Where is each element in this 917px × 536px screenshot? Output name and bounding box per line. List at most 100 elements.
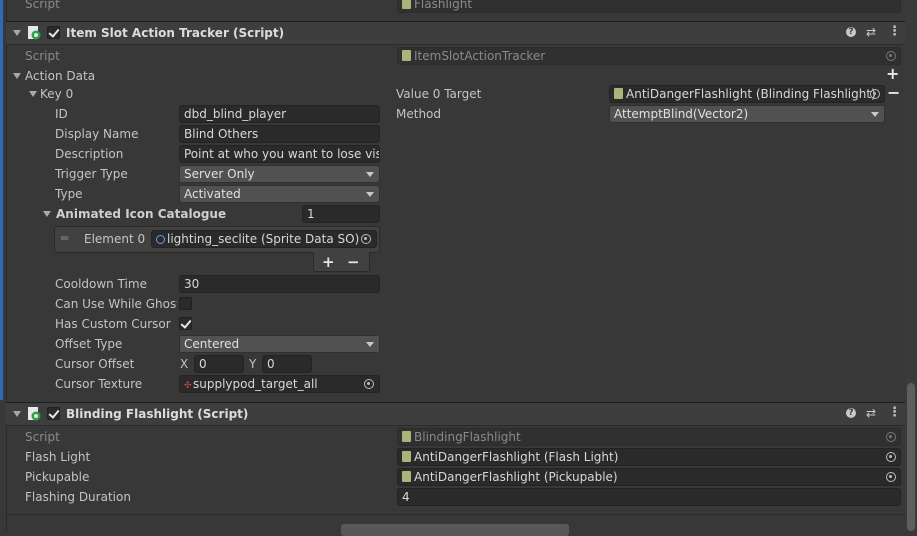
sprite-icon bbox=[156, 235, 165, 244]
offset-type-value: Centered bbox=[184, 337, 240, 351]
script-icon bbox=[402, 0, 411, 9]
scrollbar-thumb[interactable] bbox=[907, 383, 915, 531]
collapse-arrow-icon[interactable] bbox=[13, 30, 21, 36]
script-icon bbox=[402, 50, 411, 61]
selection-bar bbox=[0, 0, 3, 400]
offset-type-label: Offset Type bbox=[55, 337, 123, 351]
add-component-button[interactable] bbox=[341, 524, 569, 536]
action-data-fold-icon[interactable] bbox=[13, 73, 21, 79]
top-script-label: Script bbox=[25, 0, 60, 11]
type-dropdown[interactable]: Activated bbox=[179, 185, 380, 203]
dropdown-arrow-icon bbox=[366, 342, 374, 347]
element0-value: lighting_seclite (Sprite Data SO) bbox=[167, 232, 360, 246]
value0-target-field[interactable]: AntiDangerFlashlight (Blinding Flashligh… bbox=[609, 85, 885, 103]
cursor-offset-y-field[interactable]: 0 bbox=[262, 355, 312, 373]
icon-catalogue-size-field[interactable]: 1 bbox=[302, 205, 380, 223]
top-script-field: Flashlight bbox=[397, 0, 901, 13]
ghost-checkbox[interactable] bbox=[179, 297, 192, 310]
value0-target-label: Value 0 Target bbox=[396, 87, 482, 101]
script-icon bbox=[402, 431, 411, 442]
object-picker-icon[interactable] bbox=[361, 234, 371, 244]
trigger-type-dropdown[interactable]: Server Only bbox=[179, 165, 380, 183]
object-picker-icon[interactable] bbox=[870, 89, 880, 99]
type-label: Type bbox=[55, 187, 83, 201]
icon-catalogue-label: Animated Icon Catalogue bbox=[56, 207, 227, 221]
object-picker-icon bbox=[886, 432, 896, 442]
drag-handle-icon[interactable]: ═ bbox=[61, 231, 68, 245]
cooldown-field[interactable]: 30 bbox=[179, 275, 380, 293]
list-add-button[interactable]: + bbox=[322, 254, 335, 270]
key0-fold-icon[interactable] bbox=[29, 91, 37, 97]
ghost-label: Can Use While Ghosti bbox=[55, 297, 177, 311]
cursor-texture-field[interactable]: ✣supplypod_target_all bbox=[179, 375, 380, 393]
preset-icon[interactable]: ⇄ bbox=[866, 407, 876, 419]
element0-label: Element 0 bbox=[84, 232, 146, 246]
type-value: Activated bbox=[184, 187, 241, 201]
cursor-offset-x-field[interactable]: 0 bbox=[194, 355, 244, 373]
cursor-texture-label: Cursor Texture bbox=[55, 377, 143, 391]
object-picker-icon bbox=[886, 51, 896, 61]
dropdown-arrow-icon bbox=[366, 172, 374, 177]
object-picker-icon[interactable] bbox=[886, 472, 896, 482]
action-data-label: Action Data bbox=[25, 69, 96, 83]
method-dropdown[interactable]: AttemptBlind(Vector2) bbox=[609, 105, 885, 123]
help-icon[interactable]: ? bbox=[846, 27, 856, 37]
tracker-script-label: Script bbox=[25, 49, 60, 63]
tracker-script-value: ItemSlotActionTracker bbox=[414, 49, 546, 63]
more-menu-icon[interactable]: ⋮ bbox=[888, 25, 901, 38]
collapse-arrow-icon[interactable] bbox=[13, 411, 21, 417]
trigger-type-value: Server Only bbox=[184, 167, 255, 181]
cs-script-icon bbox=[28, 26, 41, 40]
element0-field[interactable]: lighting_seclite (Sprite Data SO) bbox=[151, 230, 377, 248]
key0-label: Key 0 bbox=[40, 87, 74, 101]
method-label: Method bbox=[396, 107, 442, 121]
cursor-offset-x-label: X bbox=[180, 357, 189, 371]
more-menu-icon[interactable]: ⋮ bbox=[888, 406, 901, 419]
tracker-enabled-checkbox[interactable] bbox=[47, 26, 60, 39]
offset-type-dropdown[interactable]: Centered bbox=[179, 335, 380, 353]
cooldown-label: Cooldown Time bbox=[55, 277, 147, 291]
cursor-offset-label: Cursor Offset bbox=[55, 357, 135, 371]
trigger-type-label: Trigger Type bbox=[55, 167, 128, 181]
flashing-duration-field[interactable]: 4 bbox=[397, 488, 901, 506]
blinding-enabled-checkbox[interactable] bbox=[47, 407, 60, 420]
description-label: Description bbox=[55, 147, 124, 161]
object-picker-icon[interactable] bbox=[886, 452, 896, 462]
display-name-field[interactable]: Blind Others bbox=[179, 125, 380, 143]
method-value: AttemptBlind(Vector2) bbox=[614, 107, 749, 121]
cursor-texture-value: supplypod_target_all bbox=[193, 377, 318, 391]
icon-catalogue-fold-icon[interactable] bbox=[43, 211, 51, 217]
blinding-title: Blinding Flashlight (Script) bbox=[66, 407, 249, 421]
pickupable-field[interactable]: AntiDangerFlashlight (Pickupable) bbox=[397, 468, 901, 486]
flash-light-value: AntiDangerFlashlight (Flash Light) bbox=[414, 450, 619, 464]
list-remove-button[interactable]: − bbox=[347, 254, 360, 270]
panel-left-border bbox=[6, 0, 7, 531]
value0-remove-button[interactable]: − bbox=[887, 85, 900, 101]
flash-light-label: Flash Light bbox=[25, 450, 91, 464]
cs-script-icon bbox=[28, 407, 41, 421]
script-icon bbox=[614, 88, 623, 99]
custom-cursor-checkbox[interactable] bbox=[179, 317, 192, 330]
flash-light-field[interactable]: AntiDangerFlashlight (Flash Light) bbox=[397, 448, 901, 466]
pickupable-value: AntiDangerFlashlight (Pickupable) bbox=[414, 470, 618, 484]
action-data-add-button[interactable]: + bbox=[886, 66, 899, 82]
description-field[interactable]: Point at who you want to lose visic bbox=[179, 145, 380, 163]
id-field[interactable]: dbd_blind_player bbox=[179, 105, 380, 123]
tracker-script-field: ItemSlotActionTracker bbox=[397, 47, 901, 65]
script-icon bbox=[402, 451, 411, 462]
top-script-value: Flashlight bbox=[414, 0, 473, 11]
help-icon[interactable]: ? bbox=[846, 408, 856, 418]
bottom-separator bbox=[6, 514, 917, 515]
pickupable-label: Pickupable bbox=[25, 470, 90, 484]
object-picker-icon[interactable] bbox=[364, 379, 374, 389]
tracker-header[interactable]: Item Slot Action Tracker (Script) ? ⇄ ⋮ bbox=[6, 21, 917, 45]
dropdown-arrow-icon bbox=[871, 112, 879, 117]
blinding-header[interactable]: Blinding Flashlight (Script) ? ⇄ ⋮ bbox=[6, 402, 917, 426]
tracker-title: Item Slot Action Tracker (Script) bbox=[66, 26, 285, 40]
preset-icon[interactable]: ⇄ bbox=[866, 26, 876, 38]
id-label: ID bbox=[55, 107, 68, 121]
flashing-duration-label: Flashing Duration bbox=[25, 490, 131, 504]
texture-icon: ✣ bbox=[184, 381, 192, 391]
script-icon bbox=[402, 471, 411, 482]
dropdown-arrow-icon bbox=[366, 192, 374, 197]
